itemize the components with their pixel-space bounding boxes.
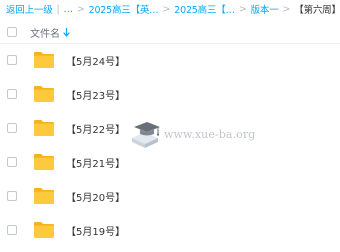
list-item[interactable]: 【5月21号】 xyxy=(0,146,340,178)
folder-name[interactable]: 【5月24号】 xyxy=(66,53,125,68)
folder-icon xyxy=(34,52,54,68)
watermark-text: www.xue-ba.org xyxy=(164,127,256,141)
breadcrumb-item-2[interactable]: 2025高三【… xyxy=(174,2,235,16)
breadcrumb-separator: > xyxy=(162,3,171,15)
row-checkbox[interactable] xyxy=(7,123,17,133)
folder-icon xyxy=(34,188,54,204)
row-checkbox[interactable] xyxy=(7,55,17,65)
breadcrumb-back-link[interactable]: 返回上一级 xyxy=(6,2,53,16)
row-checkbox[interactable] xyxy=(7,157,17,167)
watermark: www.xue-ba.org xyxy=(128,118,255,150)
list-item[interactable]: 【5月20号】 xyxy=(0,180,340,212)
folder-name[interactable]: 【5月21号】 xyxy=(66,155,125,170)
filename-column-label: 文件名 xyxy=(30,28,60,40)
filename-column-header[interactable]: 文件名 xyxy=(30,25,70,40)
breadcrumb-separator: > xyxy=(76,3,85,15)
folder-icon xyxy=(34,86,54,102)
folder-name[interactable]: 【5月19号】 xyxy=(66,223,125,238)
list-item[interactable]: 【5月19号】 xyxy=(0,214,340,246)
select-all-checkbox[interactable] xyxy=(7,27,17,37)
breadcrumb-ellipsis[interactable]: … xyxy=(64,4,74,15)
graduation-cap-book-icon xyxy=(132,122,160,148)
folder-icon xyxy=(34,120,54,136)
row-checkbox[interactable] xyxy=(7,191,17,201)
folder-name[interactable]: 【5月20号】 xyxy=(66,189,125,204)
breadcrumb-separator: > xyxy=(282,3,291,15)
breadcrumb-item-3[interactable]: 版本一 xyxy=(251,2,279,16)
breadcrumb-current: 【第六周】 xyxy=(294,5,340,16)
breadcrumb-item-1[interactable]: 2025高三【英… xyxy=(89,2,159,16)
list-header: 文件名 xyxy=(0,21,340,44)
row-checkbox[interactable] xyxy=(7,225,17,235)
breadcrumb-separator: > xyxy=(238,3,247,15)
list-item[interactable]: 【5月24号】 xyxy=(0,44,340,76)
folder-icon xyxy=(34,222,54,238)
folder-icon xyxy=(34,154,54,170)
breadcrumb-separator: | xyxy=(56,3,60,15)
breadcrumb: 返回上一级 | … > 2025高三【英… > 2025高三【… > 版本一 >… xyxy=(6,1,340,17)
sort-arrow-down-icon[interactable] xyxy=(63,27,70,37)
folder-name[interactable]: 【5月22号】 xyxy=(66,121,125,136)
row-checkbox[interactable] xyxy=(7,89,17,99)
folder-name[interactable]: 【5月23号】 xyxy=(66,87,125,102)
list-item[interactable]: 【5月23号】 xyxy=(0,78,340,110)
